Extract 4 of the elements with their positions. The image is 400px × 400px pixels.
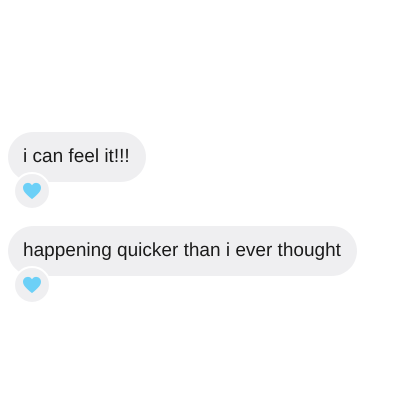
message-bubble: i can feel it!!! (8, 132, 146, 182)
heart-icon (22, 276, 42, 294)
message-bubble: happening quicker than i ever thought (8, 226, 357, 276)
heart-icon (22, 182, 42, 200)
